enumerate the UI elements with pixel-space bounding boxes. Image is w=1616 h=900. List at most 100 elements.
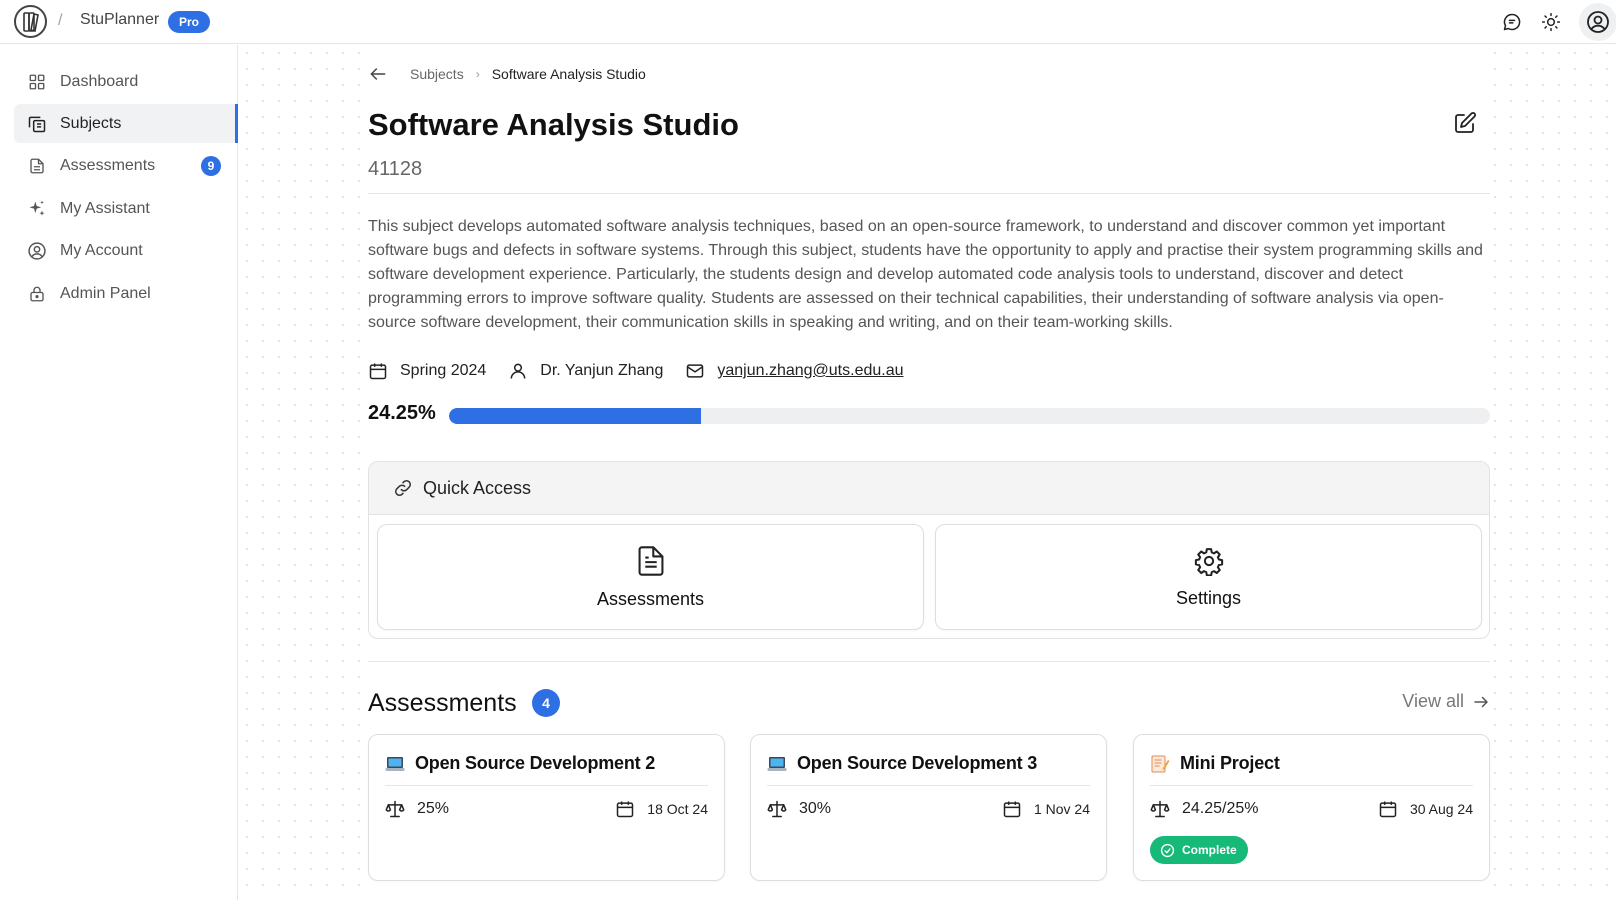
assessment-title: Mini Project bbox=[1180, 753, 1280, 773]
status-badge: Complete bbox=[1150, 836, 1248, 864]
divider bbox=[1150, 785, 1473, 786]
user-avatar-icon[interactable] bbox=[1579, 3, 1616, 41]
quick-access-panel: Quick Access Assessments Settings bbox=[368, 461, 1490, 639]
progress-bar-fill bbox=[449, 408, 702, 424]
main-area: Subjects › Software Analysis Studio Soft… bbox=[239, 45, 1616, 900]
lock-icon bbox=[26, 283, 48, 305]
check-circle-icon bbox=[1160, 843, 1175, 857]
assessment-card[interactable]: Open Source Development 2 25% 18 Oct 24 bbox=[368, 734, 725, 881]
sidebar-item-label: My Account bbox=[60, 241, 143, 259]
breadcrumb-subjects-link[interactable]: Subjects bbox=[410, 66, 464, 82]
sidebar-item-label: Subjects bbox=[60, 114, 122, 132]
assessment-weight-value: 24.25/25% bbox=[1182, 800, 1259, 817]
link-icon bbox=[394, 479, 412, 497]
email-info: yanjun.zhang@uts.edu.au bbox=[685, 361, 904, 381]
dashboard-grid-icon bbox=[26, 71, 48, 93]
subject-meta: Spring 2024 Dr. Yanjun Zhang yanjun.zhan… bbox=[368, 361, 926, 381]
subject-description: This subject develops automated software… bbox=[368, 218, 1483, 331]
divider bbox=[368, 661, 1490, 662]
sidebar-item-dashboard[interactable]: Dashboard bbox=[14, 62, 238, 101]
calendar-icon bbox=[369, 363, 387, 380]
sparkles-icon bbox=[26, 198, 48, 220]
assessment-card[interactable]: Mini Project 24.25/25% 30 Aug 24 Complet bbox=[1133, 734, 1490, 881]
quick-access-header: Quick Access bbox=[369, 462, 1489, 515]
subject-progress: 24.25% bbox=[368, 402, 1490, 428]
topbar-separator: / bbox=[58, 12, 63, 29]
assessments-count-badge: 4 bbox=[532, 689, 560, 717]
document-icon bbox=[26, 155, 48, 177]
breadcrumb: Subjects › Software Analysis Studio bbox=[368, 63, 646, 85]
assessments-header: Assessments 4 View all bbox=[368, 687, 1490, 719]
assessment-card[interactable]: Open Source Development 3 30% 1 Nov 24 bbox=[750, 734, 1107, 881]
sidebar-item-label: Admin Panel bbox=[60, 284, 151, 302]
divider bbox=[767, 785, 1090, 786]
user-circle-icon bbox=[26, 240, 48, 262]
gear-icon bbox=[1194, 547, 1223, 576]
app-name[interactable]: StuPlanner bbox=[80, 11, 159, 29]
assessment-title: Open Source Development 3 bbox=[797, 753, 1038, 773]
assessment-title: Open Source Development 2 bbox=[415, 753, 656, 773]
mail-icon bbox=[687, 364, 704, 378]
coordinator-email-link[interactable]: yanjun.zhang@uts.edu.au bbox=[717, 362, 903, 380]
quick-access-assessments[interactable]: Assessments bbox=[377, 524, 924, 630]
assessments-title: Assessments bbox=[368, 689, 517, 717]
sun-theme-icon[interactable] bbox=[1540, 11, 1562, 33]
view-all-link[interactable]: View all bbox=[1402, 691, 1490, 712]
page-title: Software Analysis Studio bbox=[368, 107, 739, 142]
back-arrow-icon[interactable] bbox=[368, 63, 390, 85]
progress-percent: 24.25% bbox=[368, 402, 436, 424]
subject-code: 41128 bbox=[368, 158, 423, 180]
assessment-due-value: 30 Aug 24 bbox=[1409, 801, 1473, 817]
quick-access-settings[interactable]: Settings bbox=[935, 524, 1482, 630]
scale-icon bbox=[385, 800, 405, 818]
assessment-due-date: 18 Oct 24 bbox=[615, 799, 708, 819]
coordinator-info: Dr. Yanjun Zhang bbox=[508, 361, 663, 381]
memo-emoji-icon bbox=[1151, 755, 1170, 772]
sidebar-item-label: Assessments bbox=[60, 156, 156, 174]
subjects-copy-icon bbox=[26, 113, 48, 135]
top-bar: / StuPlanner Pro bbox=[0, 0, 1616, 44]
sidebar: Dashboard Subjects Assessments 9 My Assi… bbox=[0, 45, 238, 900]
divider bbox=[385, 785, 708, 786]
quick-access-label: Assessments bbox=[596, 588, 705, 609]
calendar-icon bbox=[1379, 801, 1397, 818]
assessment-due-date: 1 Nov 24 bbox=[1002, 799, 1090, 819]
edit-icon[interactable] bbox=[1453, 111, 1479, 137]
sidebar-item-my-assistant[interactable]: My Assistant bbox=[14, 189, 238, 228]
scale-icon bbox=[1150, 800, 1170, 818]
sidebar-item-label: Dashboard bbox=[60, 72, 139, 90]
assessment-weight: 24.25/25% bbox=[1150, 799, 1259, 819]
assessment-due-date: 30 Aug 24 bbox=[1378, 799, 1473, 819]
user-icon bbox=[510, 363, 526, 379]
sidebar-item-assessments[interactable]: Assessments 9 bbox=[14, 146, 238, 185]
calendar-icon bbox=[1003, 801, 1021, 818]
coordinator-name: Dr. Yanjun Zhang bbox=[540, 362, 664, 379]
assessment-due-value: 1 Nov 24 bbox=[1033, 801, 1090, 817]
sidebar-item-label: My Assistant bbox=[60, 199, 150, 217]
sidebar-item-my-account[interactable]: My Account bbox=[14, 231, 238, 270]
app-logo-icon[interactable] bbox=[14, 5, 47, 38]
progress-bar bbox=[449, 408, 1490, 424]
plan-badge: Pro bbox=[168, 11, 211, 33]
assessment-due-value: 18 Oct 24 bbox=[647, 801, 708, 817]
breadcrumb-current: Software Analysis Studio bbox=[491, 66, 646, 82]
subject-detail: Subjects › Software Analysis Studio Soft… bbox=[368, 45, 1490, 900]
chat-icon[interactable] bbox=[1501, 11, 1523, 33]
view-all-label: View all bbox=[1402, 691, 1464, 711]
calendar-icon bbox=[617, 801, 634, 818]
document-icon bbox=[638, 545, 663, 576]
laptop-emoji-icon bbox=[767, 756, 787, 771]
session-info: Spring 2024 bbox=[368, 361, 486, 381]
quick-access-label: Settings bbox=[1175, 587, 1242, 608]
sidebar-item-subjects[interactable]: Subjects bbox=[14, 104, 238, 143]
sidebar-item-admin-panel[interactable]: Admin Panel bbox=[14, 274, 238, 313]
status-badge-label: Complete bbox=[1182, 843, 1237, 857]
arrow-right-icon bbox=[1474, 696, 1488, 707]
quick-access-title: Quick Access bbox=[423, 477, 532, 498]
chevron-right-icon: › bbox=[475, 67, 480, 81]
session-label: Spring 2024 bbox=[400, 362, 487, 379]
assessment-weight: 25% bbox=[385, 799, 449, 819]
divider bbox=[368, 193, 1490, 194]
assessments-count-badge: 9 bbox=[201, 155, 221, 176]
assessment-weight-value: 25% bbox=[417, 800, 450, 817]
